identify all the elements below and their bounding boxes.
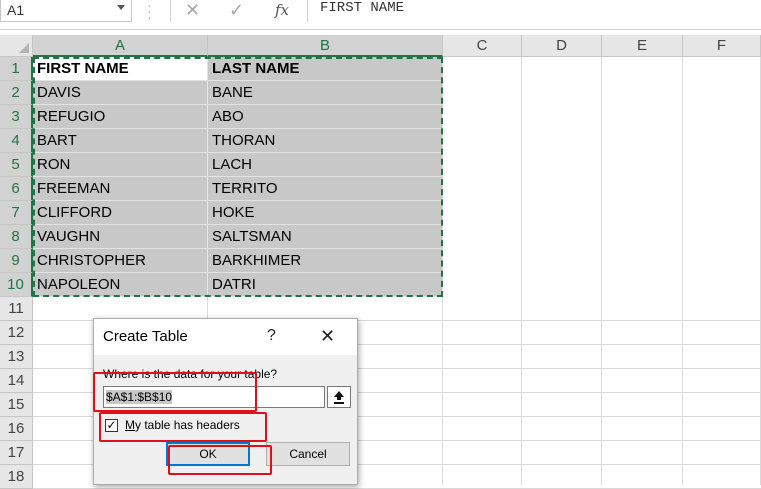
row-header-13[interactable]: 13 (0, 345, 33, 369)
cancel-icon[interactable]: ✕ (185, 0, 200, 20)
table-cell[interactable]: DAVIS (37, 81, 81, 105)
close-icon[interactable]: ✕ (320, 326, 335, 347)
insert-function-icon[interactable]: fx (275, 0, 289, 20)
table-cell[interactable]: NAPOLEON (37, 273, 120, 297)
row-header-7[interactable]: 7 (0, 201, 33, 225)
table-cell[interactable]: SALTSMAN (212, 225, 292, 249)
table-cell[interactable]: THORAN (212, 129, 275, 153)
select-all-button[interactable] (0, 35, 33, 57)
table-cell[interactable]: BART (37, 129, 77, 153)
column-gridline (682, 57, 683, 485)
dialog-titlebar[interactable]: Create Table ? ✕ (94, 319, 357, 355)
table-cell[interactable]: CLIFFORD (37, 201, 112, 225)
header-cell[interactable]: LAST NAME (212, 57, 300, 81)
help-button[interactable]: ? (267, 327, 276, 345)
column-gridline (521, 57, 522, 485)
chevron-down-icon[interactable] (117, 5, 125, 10)
name-box-value: A1 (7, 2, 25, 18)
row-header-8[interactable]: 8 (0, 225, 33, 249)
table-cell[interactable]: REFUGIO (37, 105, 105, 129)
row-header-2[interactable]: 2 (0, 81, 33, 105)
header-cell[interactable]: FIRST NAME (37, 57, 129, 81)
annotation-box-ok (168, 445, 272, 475)
column-header-d[interactable]: D (522, 35, 602, 57)
table-cell[interactable]: BARKHIMER (212, 249, 301, 273)
row-header-16[interactable]: 16 (0, 417, 33, 441)
splitter-dots-icon[interactable]: · · · (147, 0, 152, 24)
upload-arrow-stem (337, 396, 341, 400)
table-cell[interactable]: LACH (212, 153, 252, 177)
column-header-a[interactable]: A (33, 35, 208, 57)
row-header-5[interactable]: 5 (0, 153, 33, 177)
formula-input[interactable]: FIRST NAME (320, 0, 404, 17)
row-header-9[interactable]: 9 (0, 249, 33, 273)
row-header-3[interactable]: 3 (0, 105, 33, 129)
table-cell[interactable]: RON (37, 153, 70, 177)
check-icon[interactable]: ✓ (229, 0, 244, 20)
row-header-15[interactable]: 15 (0, 393, 33, 417)
table-cell[interactable]: TERRITO (212, 177, 278, 201)
collapse-dialog-button[interactable] (327, 386, 351, 408)
annotation-box-checkbox (99, 412, 267, 442)
row-header-14[interactable]: 14 (0, 369, 33, 393)
row-header-12[interactable]: 12 (0, 321, 33, 345)
column-header-e[interactable]: E (602, 35, 683, 57)
table-cell[interactable]: HOKE (212, 201, 255, 225)
row-header-1[interactable]: 1 (0, 57, 33, 81)
table-cell[interactable]: CHRISTOPHER (37, 249, 146, 273)
table-cell[interactable]: VAUGHN (37, 225, 100, 249)
row-header-11[interactable]: 11 (0, 297, 33, 321)
row-header-18[interactable]: 18 (0, 465, 33, 489)
cancel-button[interactable]: Cancel (266, 442, 350, 466)
column-header-b[interactable]: B (208, 35, 443, 57)
row-header-4[interactable]: 4 (0, 129, 33, 153)
upload-arrow-base (334, 402, 344, 404)
column-header-f[interactable]: F (683, 35, 761, 57)
table-cell[interactable]: BANE (212, 81, 253, 105)
formula-buttons: ✕ ✓ fx (170, 0, 308, 22)
table-cell[interactable]: ABO (212, 105, 244, 129)
column-header-c[interactable]: C (443, 35, 522, 57)
row-header-10[interactable]: 10 (0, 273, 33, 297)
formula-bar: A1 · · · ✕ ✓ fx FIRST NAME (0, 0, 761, 30)
dialog-title: Create Table (103, 328, 188, 345)
annotation-box-range (93, 372, 257, 412)
select-all-icon (19, 43, 29, 53)
table-cell[interactable]: DATRI (212, 273, 256, 297)
row-header-17[interactable]: 17 (0, 441, 33, 465)
row-header-6[interactable]: 6 (0, 177, 33, 201)
column-gridline (601, 57, 602, 485)
name-box[interactable]: A1 (0, 0, 132, 22)
table-cell[interactable]: FREEMAN (37, 177, 110, 201)
